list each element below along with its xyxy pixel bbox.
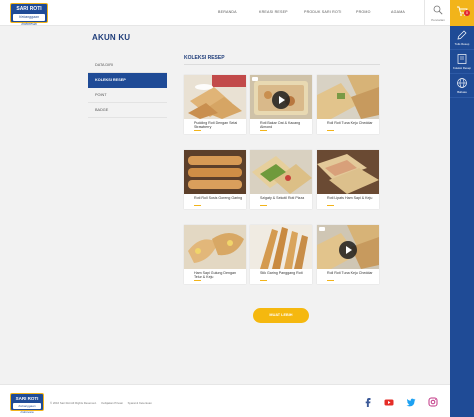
- facebook-icon[interactable]: [363, 397, 373, 407]
- side-item-badge[interactable]: Badge: [88, 103, 167, 118]
- page-title: AKUN KU: [92, 33, 131, 42]
- video-icon: [319, 227, 325, 231]
- recipe-card[interactable]: Stik Garing Panggang Roti: [250, 225, 312, 284]
- nav-agama[interactable]: Agama: [391, 10, 421, 14]
- youtube-icon[interactable]: [384, 397, 394, 407]
- rail-label: Bahasa: [457, 90, 467, 94]
- brand-name: SARI ROTI: [13, 5, 45, 13]
- nav-kreasi-resep[interactable]: Kreasi Resep: [259, 10, 304, 14]
- recipe-name: Roll Roti Tuna Keju Cheddar: [327, 271, 373, 275]
- recipe-name: Pudding Roti Dengan Selai Strawberry: [194, 121, 238, 130]
- footer-brand-tagline: Kebanggaan Indonesia: [13, 403, 41, 414]
- load-more-button[interactable]: Muat Lebih: [253, 308, 309, 323]
- footer-link-privacy[interactable]: Kebijakan Privasi: [101, 401, 122, 405]
- account-side-menu: Data Diri Koleksi Resep Point Badge: [88, 58, 167, 118]
- rail-item-bahasa[interactable]: Bahasa: [450, 74, 474, 98]
- card-accent: [194, 280, 201, 281]
- recipe-name: Ham Sapi Gulung Dengan Telur & Keju: [194, 271, 236, 280]
- recipe-book-icon: [457, 54, 467, 64]
- recipe-name: Roti Roll Sosis Goreng Garing: [194, 196, 243, 200]
- rail-item-tulis-resep[interactable]: Tulis Resep: [450, 26, 474, 50]
- recipe-image: [250, 150, 312, 194]
- footer: SARI ROTI Kebanggaan Indonesia © 2016 Sa…: [0, 384, 450, 417]
- cart-count-badge: 0: [464, 10, 470, 16]
- brand-tagline: Kebanggaan Indonesia: [13, 14, 45, 26]
- recipe-image: [317, 75, 379, 119]
- recipe-card[interactable]: Roll Roti Tuna Keju Cheddar: [317, 75, 379, 134]
- side-item-data-diri[interactable]: Data Diri: [88, 58, 167, 73]
- recipe-name: Szigaty & Sekotil Roti Pizza: [260, 196, 305, 200]
- footer-logo[interactable]: SARI ROTI Kebanggaan Indonesia: [10, 393, 44, 414]
- globe-icon: [457, 78, 467, 88]
- right-rail: 0 Tulis Resep Koleksi Resep Bahasa: [450, 0, 474, 417]
- rail-item-koleksi-resep[interactable]: Koleksi Resep: [450, 50, 474, 74]
- recipe-card[interactable]: Ham Sapi Gulung Dengan Telur & Keju: [184, 225, 246, 284]
- card-accent: [194, 130, 201, 131]
- section-title: Koleksi Resep: [184, 55, 225, 61]
- card-accent: [327, 205, 334, 206]
- recipe-image: [317, 150, 379, 194]
- card-accent: [327, 280, 334, 281]
- cart-button[interactable]: 0: [450, 0, 474, 26]
- recipe-card[interactable]: Pudding Roti Dengan Selai Strawberry: [184, 75, 246, 134]
- card-accent: [327, 130, 334, 131]
- search-label: Pencarian: [431, 18, 445, 22]
- footer-text: © 2016 Sari Roti All Rights Reserved. Ke…: [50, 401, 156, 405]
- card-accent: [260, 130, 267, 131]
- recipe-image: [184, 150, 246, 194]
- nav-produk[interactable]: Produk Sari Roti: [304, 10, 356, 14]
- recipe-card[interactable]: Roti Bakar Oat & Kacang Almond: [250, 75, 312, 134]
- top-bar: SARI ROTI Kebanggaan Indonesia Beranda K…: [0, 0, 450, 26]
- recipe-card[interactable]: Roti Lipats Ham Sapi & Keju: [317, 150, 379, 209]
- recipe-name: Roti Bakar Oat & Kacang Almond: [260, 121, 301, 130]
- recipe-card[interactable]: Roll Roti Tuna Keju Cheddar: [317, 225, 379, 284]
- search-icon: [433, 5, 443, 15]
- recipe-card[interactable]: Szigaty & Sekotil Roti Pizza: [250, 150, 312, 209]
- recipe-image: [250, 225, 312, 269]
- rail-label: Koleksi Resep: [453, 66, 471, 70]
- video-icon: [252, 77, 258, 81]
- nav-beranda[interactable]: Beranda: [218, 10, 259, 14]
- recipe-name: Roti Lipats Ham Sapi & Keju: [327, 196, 373, 200]
- side-item-point[interactable]: Point: [88, 88, 167, 103]
- edit-icon: [457, 30, 467, 40]
- search-button[interactable]: Pencarian: [424, 0, 450, 26]
- nav-promo[interactable]: Promo: [356, 10, 391, 14]
- instagram-icon[interactable]: [428, 397, 438, 407]
- recipe-image: [184, 225, 246, 269]
- card-accent: [194, 205, 201, 206]
- section-divider: [184, 64, 380, 65]
- card-accent: [260, 280, 267, 281]
- twitter-icon[interactable]: [406, 397, 416, 407]
- play-icon[interactable]: [272, 91, 290, 109]
- card-accent: [260, 205, 267, 206]
- recipe-image: [184, 75, 246, 119]
- recipe-name: Stik Garing Panggang Roti: [260, 271, 303, 275]
- brand-logo[interactable]: SARI ROTI Kebanggaan Indonesia: [10, 3, 48, 26]
- footer-brand-name: SARI ROTI: [13, 395, 41, 402]
- play-icon[interactable]: [339, 241, 357, 259]
- rail-label: Tulis Resep: [454, 42, 470, 46]
- recipe-card[interactable]: Roti Roll Sosis Goreng Garing: [184, 150, 246, 209]
- footer-link-terms[interactable]: Syarat & Ketentuan: [128, 401, 152, 405]
- recipe-name: Roll Roti Tuna Keju Cheddar: [327, 121, 373, 125]
- main-nav: Beranda Kreasi Resep Produk Sari Roti Pr…: [218, 10, 421, 14]
- side-item-koleksi-resep[interactable]: Koleksi Resep: [88, 73, 167, 88]
- copyright: © 2016 Sari Roti All Rights Reserved.: [50, 401, 97, 405]
